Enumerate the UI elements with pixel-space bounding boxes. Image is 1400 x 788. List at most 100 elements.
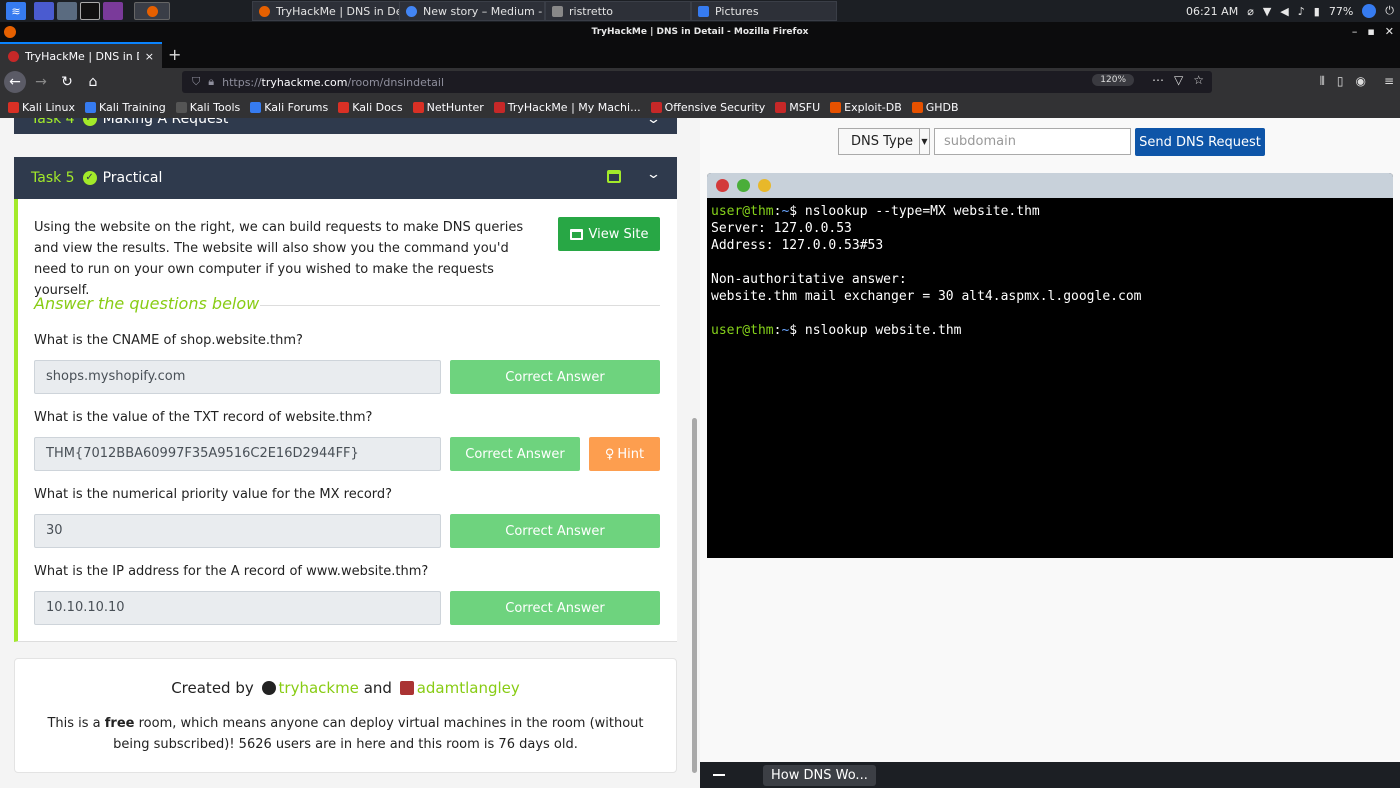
wifi-icon[interactable]: ▼ (1263, 5, 1271, 18)
account-icon[interactable]: ◉ (1355, 74, 1365, 89)
kali-icon (250, 101, 262, 113)
terminal-output: user@thm:~$ nslookup --type=MX website.t… (711, 204, 1142, 338)
kali-menu-icon[interactable]: ≋ (6, 2, 26, 20)
volume-icon[interactable]: ◀ (1280, 5, 1288, 18)
tryhackme-icon (493, 101, 505, 113)
bookmark-ghdb[interactable]: GHDB (911, 101, 959, 114)
firefox-launcher-icon[interactable] (134, 2, 170, 20)
page-scrollbar[interactable] (690, 118, 698, 788)
window-icon (569, 228, 583, 240)
back-button[interactable]: ← (4, 71, 26, 93)
correct-answer-button[interactable]: Correct Answer (450, 360, 660, 394)
bookmark-tryhackme[interactable]: TryHackMe | My Machi... (493, 101, 641, 114)
minimize-dot-icon (758, 179, 771, 192)
url-bar[interactable]: ⛉ 🔒︎ https://tryhackme.com/room/dnsindet… (182, 71, 1212, 93)
bookmark-kali-linux[interactable]: Kali Linux (8, 101, 75, 114)
battery-icon[interactable]: ▮ (1314, 5, 1320, 18)
power-icon[interactable]: ⏻ (1385, 4, 1394, 18)
sidebar-icon[interactable]: ▯ (1337, 74, 1344, 89)
taskbar-window-tryhackme[interactable]: TryHackMe | DNS in Det... (252, 1, 400, 21)
chevron-down-icon[interactable]: ⌄ (646, 118, 661, 127)
lightbulb-icon: ♀ (604, 446, 615, 462)
created-by-line: Created by tryhackme and adamtlangley (171, 679, 520, 697)
new-tab-button[interactable]: + (168, 45, 181, 64)
calendar-icon[interactable] (607, 170, 621, 183)
image-viewer-icon (552, 5, 563, 17)
home-button[interactable]: ⌂ (82, 71, 104, 93)
view-site-button[interactable]: View Site (558, 217, 660, 251)
bookmark-kali-docs[interactable]: Kali Docs (338, 101, 403, 114)
bookmark-kali-forums[interactable]: Kali Forums (250, 101, 328, 114)
reload-button[interactable]: ↻ (56, 71, 78, 93)
forward-button[interactable]: → (30, 71, 52, 93)
close-icon[interactable]: ✕ (1385, 22, 1394, 42)
scrollbar-thumb[interactable] (692, 418, 697, 773)
hint-button[interactable]: ♀ Hint (589, 437, 660, 471)
dns-request-form: DNS Type ▼ subdomain Send DNS Request (838, 128, 1265, 156)
bookmark-offensive-security[interactable]: Offensive Security (650, 101, 765, 114)
how-dns-works-tab[interactable]: How DNS Wo... (763, 764, 876, 786)
task-number: Task 4 (31, 118, 75, 127)
answer-input[interactable]: shops.myshopify.com (34, 360, 441, 394)
taskbar-window-medium[interactable]: New story – Medium - ... (399, 1, 545, 21)
task-5-header[interactable]: Task 5 ✓ Practical ⌄ (14, 157, 677, 199)
close-dot-icon (716, 179, 729, 192)
subdomain-input[interactable]: subdomain (934, 128, 1131, 155)
bookmark-msfu[interactable]: MSFU (775, 101, 820, 114)
answer-input[interactable]: THM{7012BBA60997F35A9516C2E16D2944FF} (34, 437, 441, 471)
bell-icon[interactable]: ♪ (1298, 5, 1305, 18)
paperclip-icon[interactable]: ⌀ (1247, 5, 1254, 18)
correct-answer-button[interactable]: Correct Answer (450, 437, 580, 471)
task-description: Using the website on the right, we can b… (34, 220, 524, 298)
correct-answer-button[interactable]: Correct Answer (450, 591, 660, 625)
tab-close-icon[interactable]: × (145, 50, 162, 63)
minimize-icon[interactable]: – (1352, 22, 1358, 42)
chevron-down-icon[interactable]: ⌄ (646, 167, 661, 182)
author-link-tryhackme[interactable]: tryhackme (279, 679, 359, 697)
task-4-header[interactable]: Task 4 ✓ Making A Request ⌄ (14, 118, 677, 134)
clock[interactable]: 06:21 AM (1186, 5, 1238, 18)
maximize-icon[interactable]: ▪ (1367, 22, 1374, 42)
author-link-adamtlangley[interactable]: adamtlangley (417, 679, 520, 697)
bookmark-kali-training[interactable]: Kali Training (85, 101, 166, 114)
minimize-icon[interactable] (713, 774, 725, 776)
nav-bar: ← → ↻ ⌂ ⛉ 🔒︎ https://tryhackme.com/room/… (0, 68, 1400, 96)
taskbar-window-pictures[interactable]: Pictures (691, 1, 837, 21)
user-icon[interactable] (1362, 4, 1377, 18)
firefox-icon (4, 26, 16, 38)
zoom-level[interactable]: 120% (1092, 74, 1134, 86)
editor-icon[interactable] (103, 2, 123, 20)
terminal-icon[interactable] (80, 2, 100, 20)
firefox-icon (259, 5, 270, 17)
pocket-icon[interactable]: ▽ (1174, 73, 1183, 87)
offsec-icon (650, 101, 662, 113)
url-prefix: https:// (222, 75, 262, 89)
tab-tryhackme[interactable]: TryHackMe | DNS in Detail × (0, 42, 162, 68)
files-icon[interactable] (57, 2, 77, 20)
bookmark-exploit-db[interactable]: Exploit-DB (830, 101, 902, 114)
bookmark-star-icon[interactable]: ☆ (1193, 73, 1204, 87)
answer-input[interactable]: 30 (34, 514, 441, 548)
shield-icon[interactable]: ⛉ (192, 75, 200, 89)
answer-input[interactable]: 10.10.10.10 (34, 591, 441, 625)
bookmark-nethunter[interactable]: NetHunter (412, 101, 484, 114)
os-taskbar: ≋ TryHackMe | DNS in Det... New story – … (0, 0, 1400, 22)
folder-icon (698, 5, 709, 17)
window-title: TryHackMe | DNS in Detail - Mozilla Fire… (591, 27, 809, 37)
kali-icon (85, 101, 97, 113)
nethunter-icon (412, 101, 424, 113)
page-actions-icon[interactable]: ⋯ (1152, 73, 1164, 87)
hamburger-menu-icon[interactable]: ≡ (1384, 74, 1394, 89)
library-icon[interactable]: ⫴ (1320, 74, 1325, 89)
send-dns-request-button[interactable]: Send DNS Request (1135, 128, 1265, 156)
system-tray: 06:21 AM ⌀ ▼ ◀ ♪ ▮ 77% ⏻ (1186, 0, 1400, 22)
desktop-icon[interactable] (34, 2, 54, 20)
correct-answer-button[interactable]: Correct Answer (450, 514, 660, 548)
split-view-bottom-bar: How DNS Wo... (700, 762, 1400, 788)
dns-type-select[interactable]: DNS Type ▼ (838, 128, 930, 155)
taskbar-window-ristretto[interactable]: ristretto (545, 1, 691, 21)
lock-icon[interactable]: 🔒︎ (208, 75, 214, 89)
tab-title: TryHackMe | DNS in Detail (25, 49, 139, 63)
question-text: What is the value of the TXT record of w… (34, 410, 373, 425)
bookmark-kali-tools[interactable]: Kali Tools (175, 101, 240, 114)
